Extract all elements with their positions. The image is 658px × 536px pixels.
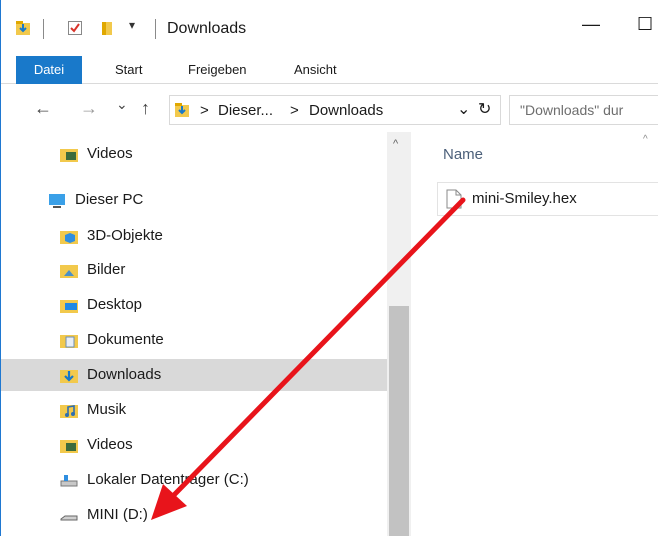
file-name: mini-Smiley.hex	[472, 190, 577, 207]
file-row[interactable]: mini-Smiley.hex	[437, 182, 658, 216]
downloads-folder-icon	[60, 370, 78, 383]
tab-ansicht[interactable]: Ansicht	[294, 56, 337, 84]
file-explorer-window: ▾ Downloads — ☐ Datei Start Freigeben An…	[0, 0, 658, 536]
maximize-button[interactable]: ☐	[637, 14, 658, 38]
tab-freigeben[interactable]: Freigeben	[188, 56, 247, 84]
breadcrumb-downloads[interactable]: Downloads	[309, 102, 383, 119]
scrollbar-thumb[interactable]	[389, 306, 409, 536]
nav-item-videos[interactable]: Videos	[1, 138, 387, 170]
pictures-folder-icon	[60, 265, 78, 278]
quick-access-dropdown-icon[interactable]: ▾	[129, 18, 135, 32]
nav-item-label: Videos	[87, 436, 133, 453]
nav-item-label: Downloads	[87, 366, 162, 383]
nav-item-label: Desktop	[87, 296, 143, 313]
column-header-name[interactable]: Name	[443, 146, 483, 163]
file-list-pane: Name ^ mini-Smiley.hex	[411, 132, 658, 536]
nav-item-bilder[interactable]: Bilder	[1, 254, 387, 286]
downloads-folder-icon	[175, 103, 189, 117]
recent-locations-dropdown[interactable]: ⌄	[116, 96, 128, 113]
scroll-up-icon[interactable]: ^	[393, 138, 398, 150]
nav-pane-scrollbar[interactable]: ^	[387, 132, 411, 536]
nav-item-label: Dokumente	[87, 331, 164, 348]
minimize-button[interactable]: —	[579, 14, 603, 38]
forward-button[interactable]: →	[80, 98, 98, 119]
nav-item-label: Bilder	[87, 261, 126, 278]
nav-item-videos-2[interactable]: Videos	[1, 429, 387, 461]
tab-datei[interactable]: Datei	[16, 56, 82, 84]
nav-item-label: Dieser PC	[75, 191, 144, 208]
videos-folder-icon	[60, 440, 78, 453]
nav-item-label: Lokaler Datenträger (C:)	[87, 471, 249, 488]
refresh-icon[interactable]: ↻	[478, 99, 491, 119]
title-bar: ▾ Downloads — ☐	[1, 0, 658, 56]
titlebar-separator	[43, 19, 44, 39]
nav-item-3d-objekte[interactable]: 3D-Objekte	[1, 220, 387, 252]
nav-item-downloads[interactable]: Downloads	[1, 359, 387, 391]
window-title: Downloads	[167, 20, 247, 37]
nav-item-mini-d[interactable]: MINI (D:)	[1, 499, 387, 531]
music-folder-icon	[60, 405, 78, 418]
nav-item-desktop[interactable]: Desktop	[1, 289, 387, 321]
removable-drive-icon	[60, 515, 78, 521]
breadcrumb-this-pc[interactable]: Dieser...	[218, 102, 273, 119]
videos-folder-icon	[60, 149, 78, 162]
search-box[interactable]: "Downloads" dur	[509, 95, 658, 125]
breadcrumb-chevron[interactable]: >	[290, 102, 299, 119]
file-icon	[446, 189, 462, 209]
sort-ascending-icon: ^	[643, 134, 648, 145]
nav-item-label: MINI (D:)	[87, 506, 148, 523]
ribbon-tabs: Datei Start Freigeben Ansicht	[1, 56, 658, 84]
navigation-pane: Videos Dieser PC 3D-Objekte Bilder Deskt…	[1, 132, 387, 536]
tab-start[interactable]: Start	[115, 56, 142, 84]
nav-item-this-pc[interactable]: Dieser PC	[1, 184, 387, 216]
nav-item-dokumente[interactable]: Dokumente	[1, 324, 387, 356]
address-bar-row: ← → ⌄ ↑ > Dieser... > Downloads ⌄ ↻ "Dow…	[1, 90, 658, 132]
address-bar[interactable]: > Dieser... > Downloads ⌄ ↻	[169, 95, 501, 125]
new-folder-icon[interactable]	[99, 20, 115, 36]
nav-item-label: Videos	[87, 145, 133, 162]
this-pc-icon	[49, 194, 65, 208]
search-placeholder: "Downloads" dur	[520, 102, 624, 118]
address-dropdown-icon[interactable]: ⌄	[457, 99, 470, 119]
nav-item-local-disk-c[interactable]: Lokaler Datenträger (C:)	[1, 464, 387, 496]
desktop-folder-icon	[60, 300, 78, 313]
3d-objects-folder-icon	[60, 231, 78, 244]
documents-folder-icon	[60, 335, 78, 348]
local-disk-icon	[60, 475, 78, 487]
titlebar-separator	[155, 19, 156, 39]
back-button[interactable]: ←	[34, 98, 52, 119]
nav-item-musik[interactable]: Musik	[1, 394, 387, 426]
nav-item-label: 3D-Objekte	[87, 227, 163, 244]
nav-item-label: Musik	[87, 401, 127, 418]
breadcrumb-chevron[interactable]: >	[200, 102, 209, 119]
up-button[interactable]: ↑	[141, 98, 150, 119]
properties-checkbox-icon[interactable]	[67, 20, 83, 36]
downloads-folder-icon	[16, 21, 30, 35]
